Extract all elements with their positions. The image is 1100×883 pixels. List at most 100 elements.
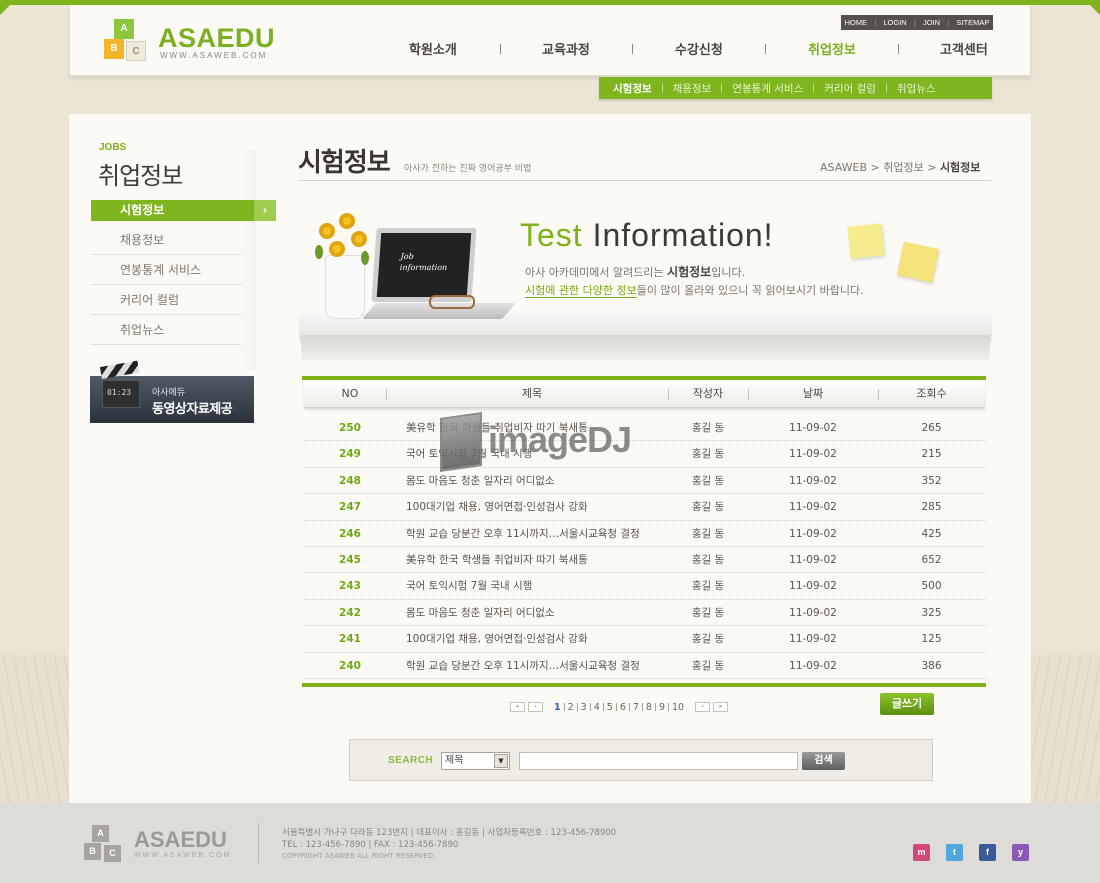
cell-title-link[interactable]: 100대기업 채용, 영어면접·인성검사 강화 xyxy=(406,626,668,652)
sidebar-item-exam-info[interactable]: 시험정보 › xyxy=(91,200,276,221)
cell-title-link[interactable]: 몸도 마음도 청춘 일자리 어디없소 xyxy=(406,468,668,494)
pagination: « ‹ 1 2 3 4 5 6 7 8 9 10 › » xyxy=(510,701,731,713)
video-material-banner[interactable]: 01:23 아사에듀 동영상자료제공 xyxy=(90,360,254,423)
page-link-8[interactable]: 8 xyxy=(643,702,655,713)
breadcrumb: ASAWEB > 취업정보 > 시험정보 xyxy=(820,159,980,175)
last-page-icon[interactable]: » xyxy=(713,702,729,712)
page-link-9[interactable]: 9 xyxy=(656,702,668,713)
clapper-time: 01:23 xyxy=(107,388,132,397)
banner-line1-pre: 아사 아카데미에서 알려드리는 xyxy=(525,266,668,279)
me2day-icon[interactable]: m xyxy=(913,844,930,861)
cell-no: 248 xyxy=(339,474,361,487)
breadcrumb-jobs[interactable]: 취업정보 xyxy=(883,161,923,174)
chevron-right-icon: › xyxy=(254,200,276,221)
sidebar-item-news[interactable]: 취업뉴스 xyxy=(91,315,241,345)
page-link-6[interactable]: 6 xyxy=(617,702,629,713)
cell-views: 215 xyxy=(921,448,942,461)
cell-title-link[interactable]: 학원 교습 당분간 오후 11시까지…서울시교육청 결정 xyxy=(406,521,668,547)
prev-page-icon[interactable]: ‹ xyxy=(528,702,543,712)
util-home-link[interactable]: HOME xyxy=(845,18,868,27)
logo-text-gray: EDU xyxy=(216,23,276,53)
cell-title-link[interactable]: 국어 토익시험 7월 국내 시행 xyxy=(406,441,668,467)
gnb-item-support[interactable]: 고객센터 xyxy=(940,39,988,58)
table-row[interactable]: 249 국어 토익시험 7월 국내 시행 홍길 동 11-09-02 215 xyxy=(304,441,985,468)
cell-title-link[interactable]: 몸도 마음도 청춘 일자리 어디없소 xyxy=(406,600,668,626)
leaf-icon xyxy=(315,245,323,259)
table-row[interactable]: 247 100대기업 채용, 영어면접·인성검사 강화 홍길 동 11-09-0… xyxy=(304,494,985,521)
breadcrumb-separator: > xyxy=(870,161,880,174)
laptop-screen-text: Job information xyxy=(399,251,448,273)
table-row[interactable]: 242 몸도 마음도 청춘 일자리 어디없소 홍길 동 11-09-02 325 xyxy=(304,600,985,627)
table-row[interactable]: 241 100대기업 채용, 영어면접·인성검사 강화 홍길 동 11-09-0… xyxy=(304,626,985,653)
search-field-select[interactable]: 제목 ▼ xyxy=(441,752,510,770)
th-no: NO xyxy=(341,387,359,400)
facebook-icon[interactable]: f xyxy=(979,844,996,861)
page-link-1[interactable]: 1 xyxy=(551,702,564,713)
th-separator xyxy=(386,389,387,400)
first-page-icon[interactable]: « xyxy=(510,702,525,712)
search-input[interactable] xyxy=(519,752,798,770)
subnav-item-news[interactable]: 취업뉴스 xyxy=(897,81,936,96)
cell-date: 11-09-02 xyxy=(789,659,837,672)
breadcrumb-home[interactable]: ASAWEB xyxy=(820,161,867,174)
sidebar-item-label: 취업뉴스 xyxy=(120,323,165,337)
cell-title-link[interactable]: 美유학 한국 학생들 취업비자 따기 북새통 xyxy=(406,547,668,573)
site-logo[interactable]: A B C ASAEDU WWW.ASAWEB.COM xyxy=(100,19,280,65)
gnb-item-registration[interactable]: 수강신청 xyxy=(675,39,723,58)
util-login-link[interactable]: LOGIN xyxy=(883,18,906,27)
page-link-5[interactable]: 5 xyxy=(604,702,616,713)
yozm-icon[interactable]: y xyxy=(1012,844,1029,861)
footer-divider xyxy=(258,823,259,863)
gnb-item-courses[interactable]: 교육과정 xyxy=(542,39,590,58)
sidebar-item-recruit[interactable]: 채용정보 xyxy=(91,225,241,255)
page-link-10[interactable]: 10 xyxy=(669,702,687,713)
footer-logo[interactable]: A B C ASAEDU WWW.ASAWEB.COM xyxy=(82,825,242,865)
sidebar-item-salary[interactable]: 연봉통계 서비스 xyxy=(91,255,241,285)
cell-writer: 홍길 동 xyxy=(691,527,725,540)
footer-logo-block: B xyxy=(84,843,101,860)
laptop-text-line1: Job xyxy=(400,252,415,261)
page-link-7[interactable]: 7 xyxy=(630,702,642,713)
subnav-item-salary[interactable]: 연봉통계 서비스 xyxy=(732,81,803,96)
cell-writer: 홍길 동 xyxy=(691,553,725,566)
table-row[interactable]: 250 美유학 한국 학생들 취업비자 따기 북새통 홍길 동 11-09-02… xyxy=(304,415,985,442)
banner-line2-post: 들이 많이 올라와 있으니 꼭 읽어보시기 바랍니다. xyxy=(636,284,864,297)
sidebar-item-label: 채용정보 xyxy=(120,233,165,247)
cell-title-link[interactable]: 국어 토익시험 7월 국내 시행 xyxy=(406,573,668,599)
twitter-icon[interactable]: t xyxy=(946,844,963,861)
subnav-item-career[interactable]: 커리어 컬럼 xyxy=(824,81,876,96)
logo-text: ASAEDU xyxy=(158,23,275,54)
subnav-item-exam-info[interactable]: 시험정보 xyxy=(613,81,652,96)
gnb-item-about[interactable]: 학원소개 xyxy=(409,39,457,58)
cell-writer: 홍길 동 xyxy=(691,606,725,619)
cell-views: 125 xyxy=(921,633,942,646)
utility-links: HOME | LOGIN | JOIN | SITEMAP xyxy=(841,15,993,30)
cell-title-link[interactable]: 학원 교습 당분간 오후 11시까지…서울시교육청 결정 xyxy=(406,653,668,679)
laptop-icon: Job information xyxy=(371,228,477,302)
page-link-3[interactable]: 3 xyxy=(578,702,590,713)
cell-title-link[interactable]: 100대기업 채용, 영어면접·인성검사 강화 xyxy=(406,494,668,520)
table-row[interactable]: 245 美유학 한국 학생들 취업비자 따기 북새통 홍길 동 11-09-02… xyxy=(304,547,985,574)
cell-date: 11-09-02 xyxy=(789,474,837,487)
page-link-2[interactable]: 2 xyxy=(565,702,577,713)
next-page-icon[interactable]: › xyxy=(695,702,711,712)
sidebar-item-career[interactable]: 커리어 컬럼 xyxy=(91,285,241,315)
cell-no: 242 xyxy=(339,606,361,619)
util-join-link[interactable]: JOIN xyxy=(923,18,940,27)
sunflower-icon xyxy=(339,213,355,229)
page-link-4[interactable]: 4 xyxy=(591,702,603,713)
write-button[interactable]: 글쓰기 xyxy=(880,693,934,715)
table-row[interactable]: 240 학원 교습 당분간 오후 11시까지…서울시교육청 결정 홍길 동 11… xyxy=(304,653,985,679)
table-row[interactable]: 248 몸도 마음도 청춘 일자리 어디없소 홍길 동 11-09-02 352 xyxy=(304,468,985,495)
gnb-item-jobs[interactable]: 취업정보 xyxy=(808,39,856,58)
cell-title-link[interactable]: 美유학 한국 학생들 취업비자 따기 북새통 xyxy=(406,415,668,441)
util-sitemap-link[interactable]: SITEMAP xyxy=(956,18,989,27)
subnav-item-recruit[interactable]: 채용정보 xyxy=(673,81,712,96)
table-row[interactable]: 246 학원 교습 당분간 오후 11시까지…서울시교육청 결정 홍길 동 11… xyxy=(304,521,985,547)
cell-views: 500 xyxy=(921,580,942,593)
footer-logo-text: ASAEDU xyxy=(134,827,227,852)
table-row[interactable]: 243 국어 토익시험 7월 국내 시행 홍길 동 11-09-02 500 xyxy=(304,573,985,600)
banner-line1: 아사 아카데미에서 알려드리는 시험정보입니다. xyxy=(525,263,745,280)
search-button[interactable]: 검색 xyxy=(802,752,845,770)
cell-writer: 홍길 동 xyxy=(691,422,725,434)
